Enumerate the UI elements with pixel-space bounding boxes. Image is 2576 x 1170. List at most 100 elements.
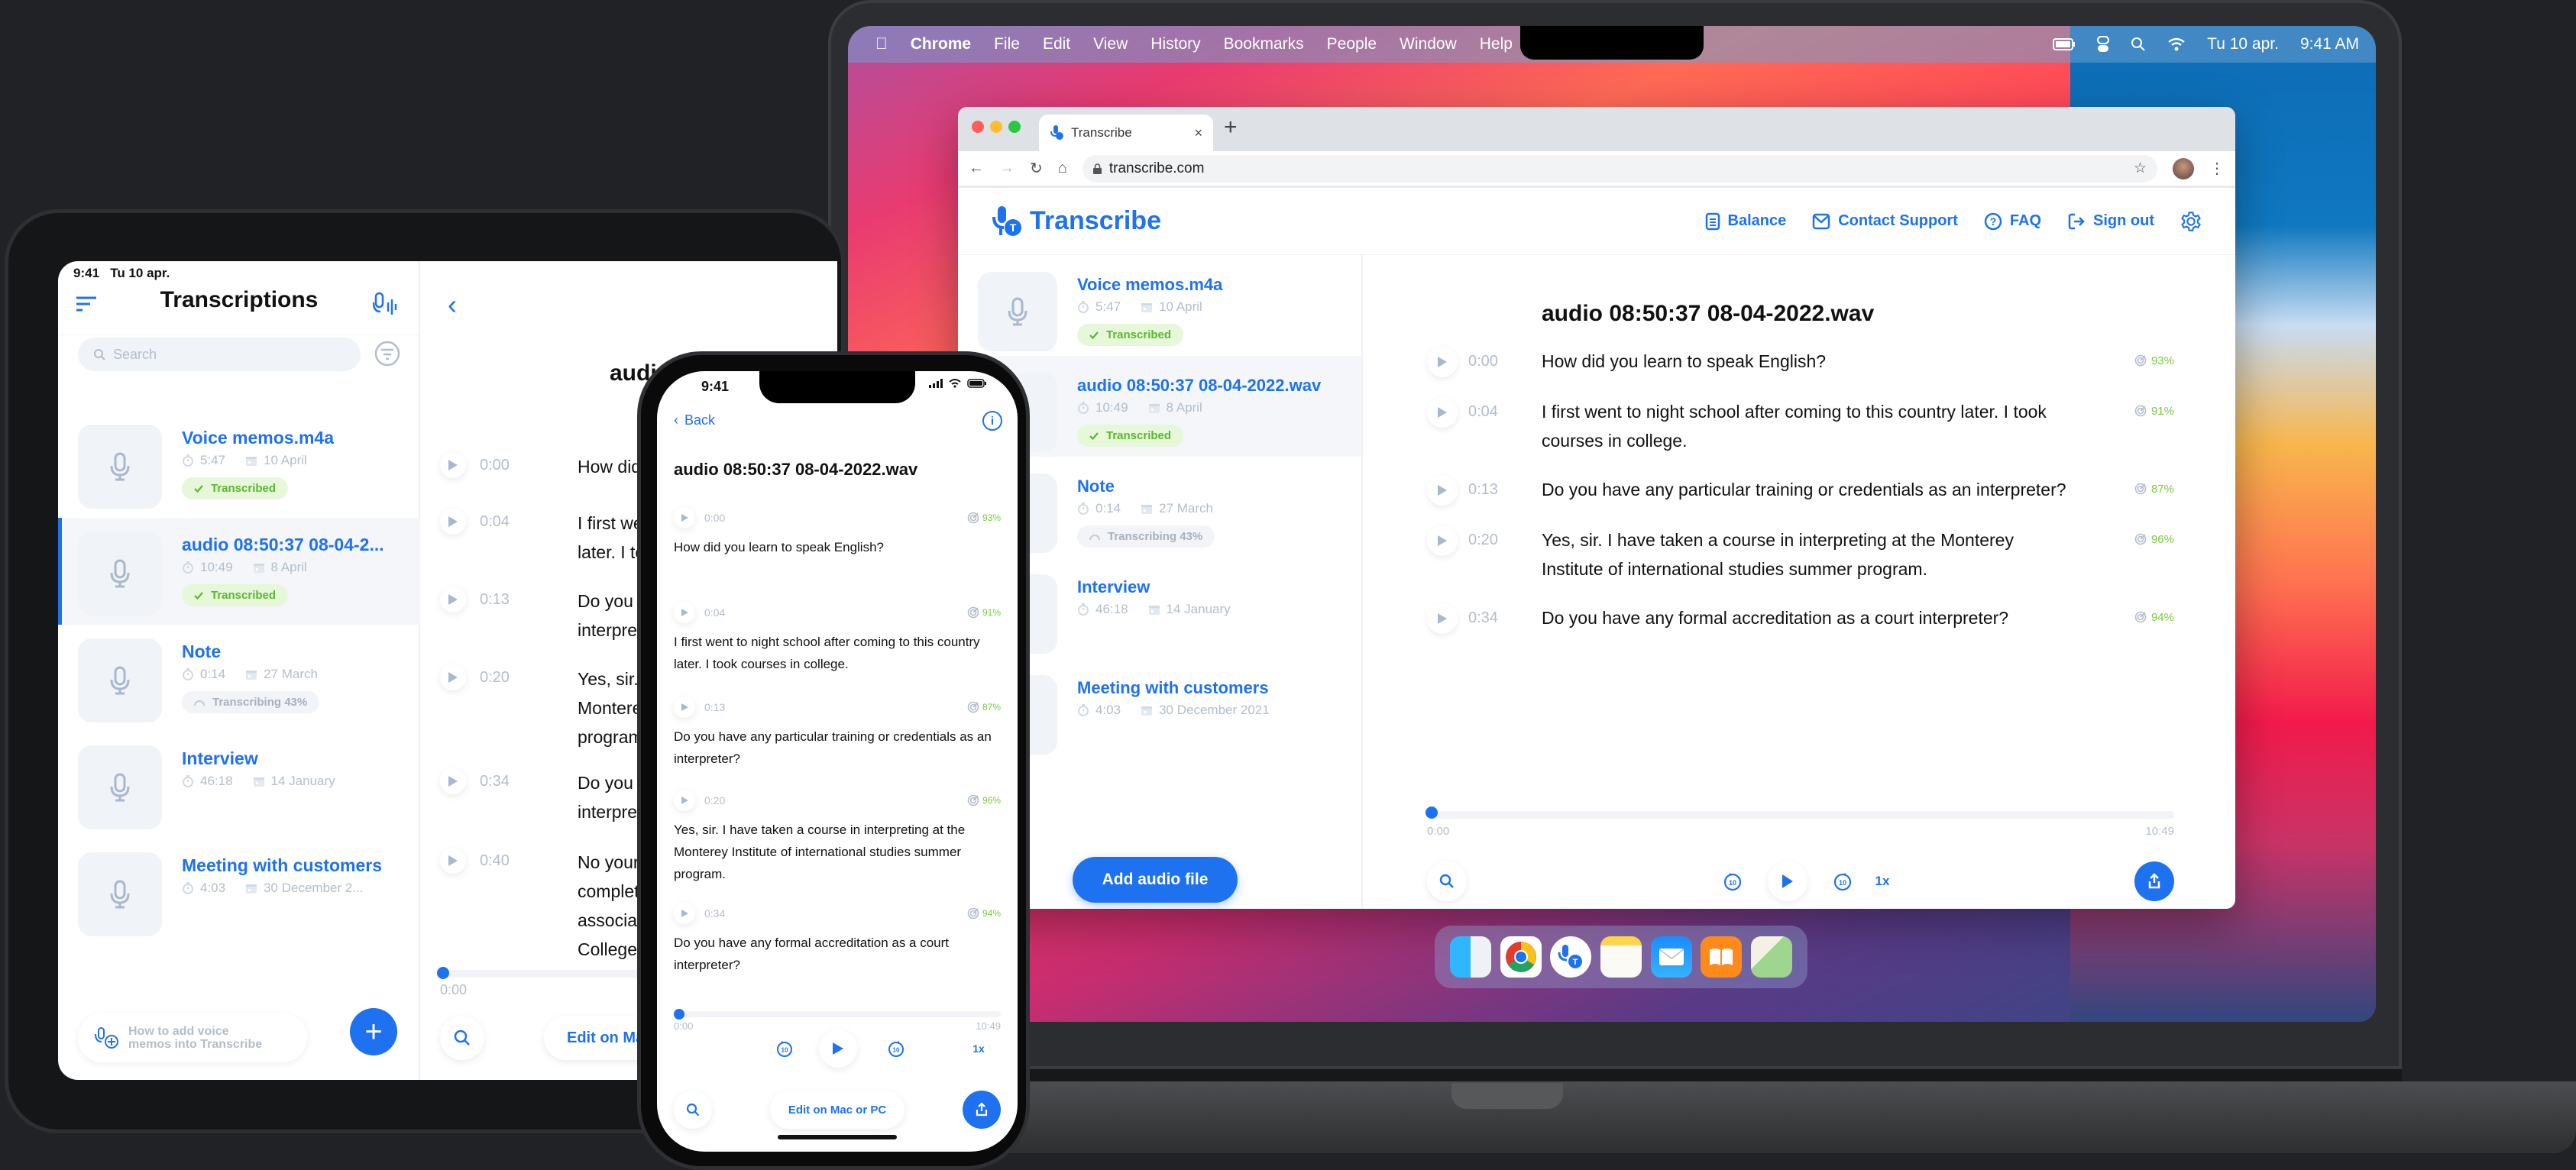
minimize-window-button[interactable] — [990, 121, 1002, 133]
segment-timestamp[interactable]: 0:04 — [1458, 397, 1542, 455]
phone-back-button[interactable]: ‹ Back — [674, 412, 715, 428]
apple-icon[interactable]:  — [875, 35, 888, 53]
segment-play-button[interactable] — [1427, 603, 1458, 634]
rewind-10-button[interactable]: 10 — [1720, 869, 1745, 894]
maps-icon[interactable] — [1751, 936, 1793, 978]
bookmark-star-icon[interactable]: ☆ — [2134, 160, 2147, 177]
how-to-add-voice-memos-button[interactable]: How to add voice memos into Transcribe — [78, 1013, 307, 1062]
file-name[interactable]: Interview — [182, 748, 335, 769]
file-name[interactable]: Meeting with customers — [1077, 678, 1270, 698]
menu-chrome[interactable]: Chrome — [911, 35, 971, 53]
segment-play-button[interactable] — [674, 697, 695, 718]
url-text[interactable]: transcribe.com — [1109, 160, 1205, 177]
file-list-item[interactable]: Interview 46:18 14 January — [58, 732, 420, 839]
segment-play-button[interactable] — [674, 507, 695, 528]
info-icon[interactable]: i — [982, 411, 1002, 431]
segment-text[interactable]: Do you have any particular training or c… — [674, 726, 1001, 770]
file-list-item[interactable]: Meeting with customers 4:03 30 December … — [58, 839, 420, 945]
segment-text[interactable]: Yes, sir. I have taken a course in inter… — [1542, 525, 2069, 583]
close-window-button[interactable] — [972, 121, 984, 133]
file-name[interactable]: Meeting with customers — [182, 855, 382, 876]
file-list-item[interactable]: Voice memos.m4a 5:47 10 April Transcribe… — [58, 411, 420, 518]
playback-seek-bar[interactable] — [1426, 806, 2174, 819]
tablet-search-input[interactable]: Search — [78, 338, 361, 371]
file-list-item[interactable]: Voice memos.m4a 5:47 10 April Transcribe… — [958, 255, 1361, 356]
phone-search-button[interactable] — [674, 1091, 712, 1129]
segment-play-button[interactable] — [440, 848, 466, 874]
file-name[interactable]: Note — [182, 642, 319, 662]
share-button[interactable] — [2134, 861, 2174, 901]
close-tab-icon[interactable]: × — [1194, 125, 1202, 141]
forward-icon[interactable]: → — [999, 160, 1015, 177]
phone-speed-button[interactable]: 1x — [967, 1037, 990, 1060]
playback-speed-button[interactable]: 1x — [1870, 869, 1895, 894]
file-list-item[interactable]: Note 0:14 27 March Transcribing 43% — [58, 625, 420, 732]
books-icon[interactable] — [1701, 936, 1743, 978]
segment-play-button[interactable] — [440, 509, 466, 535]
add-audio-file-button[interactable]: Add audio file — [1073, 857, 1238, 903]
segment-timestamp[interactable]: 0:20 — [704, 794, 725, 806]
phone-play-button[interactable] — [819, 1029, 857, 1068]
file-name[interactable]: Voice memos.m4a — [1077, 275, 1222, 295]
segment-play-button[interactable] — [1427, 397, 1458, 428]
transcribe-app-icon[interactable]: T — [1550, 936, 1592, 978]
seek-handle[interactable] — [1426, 806, 1438, 819]
menubar-date[interactable]: Tu 10 apr. — [2207, 35, 2279, 53]
settings-gear-icon[interactable] — [2180, 211, 2202, 232]
spotlight-icon[interactable] — [2131, 37, 2146, 52]
play-button[interactable] — [1768, 861, 1807, 901]
menu-bookmarks[interactable]: Bookmarks — [1224, 35, 1304, 53]
chrome-menu-icon[interactable]: ⋮ — [2209, 159, 2225, 178]
segment-play-button[interactable] — [1427, 347, 1458, 377]
home-indicator[interactable] — [778, 1135, 897, 1139]
wifi-icon[interactable] — [2167, 37, 2186, 51]
phone-share-button[interactable] — [963, 1091, 1001, 1129]
home-icon[interactable]: ⌂ — [1058, 160, 1067, 177]
segment-text[interactable]: Yes, sir. I have taken a course in inter… — [674, 819, 1001, 885]
file-name[interactable]: audio 08:50:37 08-04-2... — [182, 535, 384, 555]
profile-avatar[interactable] — [2173, 157, 2194, 179]
segment-play-button[interactable] — [674, 903, 695, 924]
segment-timestamp[interactable]: 0:13 — [704, 701, 725, 713]
phone-seek-handle[interactable] — [674, 1009, 684, 1020]
brand-logo[interactable]: T Transcribe — [992, 205, 1161, 238]
segment-play-button[interactable] — [440, 452, 466, 478]
record-voice-icon[interactable] — [373, 292, 400, 318]
segment-timestamp[interactable]: 0:13 — [1458, 475, 1542, 506]
segment-play-button[interactable] — [1427, 525, 1458, 556]
segment-timestamp[interactable]: 0:34 — [704, 907, 725, 920]
segment-timestamp[interactable]: 0:00 — [704, 512, 725, 524]
forward-10-button[interactable]: 10 — [1830, 869, 1855, 894]
segment-play-button[interactable] — [674, 790, 695, 811]
nav-contact-support[interactable]: Contact Support — [1812, 212, 1958, 230]
segment-timestamp[interactable]: 0:20 — [466, 664, 578, 751]
reload-icon[interactable]: ↻ — [1030, 159, 1043, 178]
segment-text[interactable]: I first went to night school after comin… — [1542, 397, 2069, 455]
segment-timestamp[interactable]: 0:04 — [704, 606, 725, 619]
filter-icon[interactable] — [374, 341, 400, 367]
menu-window[interactable]: Window — [1400, 35, 1457, 53]
segment-play-button[interactable] — [440, 768, 466, 794]
tablet-search-button[interactable] — [440, 1016, 484, 1060]
phone-rewind-10-button[interactable]: 10 — [773, 1037, 796, 1060]
menu-people[interactable]: People — [1327, 35, 1377, 53]
notes-icon[interactable] — [1600, 936, 1642, 978]
finder-icon[interactable] — [1449, 936, 1491, 978]
mail-app-icon[interactable] — [1650, 936, 1692, 978]
address-bar[interactable]: transcribe.com ☆ — [1082, 154, 2157, 183]
segment-timestamp[interactable]: 0:34 — [466, 768, 578, 826]
phone-forward-10-button[interactable]: 10 — [885, 1037, 908, 1060]
segment-text[interactable]: How did you learn to speak English? — [1542, 347, 2069, 377]
nav-sign-out[interactable]: Sign out — [2067, 212, 2154, 231]
segment-play-button[interactable] — [1427, 475, 1458, 506]
segment-timestamp[interactable]: 0:40 — [466, 848, 578, 964]
file-list-item[interactable]: audio 08:50:37 08-04-2... 10:49 8 April … — [58, 518, 420, 625]
chrome-icon[interactable] — [1500, 936, 1542, 978]
tablet-seek-handle[interactable] — [437, 967, 449, 979]
back-chevron-icon[interactable]: ‹ — [448, 289, 457, 321]
segment-timestamp[interactable]: 0:20 — [1458, 525, 1542, 583]
file-name[interactable]: Note — [1077, 477, 1215, 496]
control-center-icon[interactable] — [2097, 36, 2110, 53]
menu-view[interactable]: View — [1093, 35, 1128, 53]
segment-text[interactable]: Do you have any formal accreditation as … — [674, 932, 1001, 976]
